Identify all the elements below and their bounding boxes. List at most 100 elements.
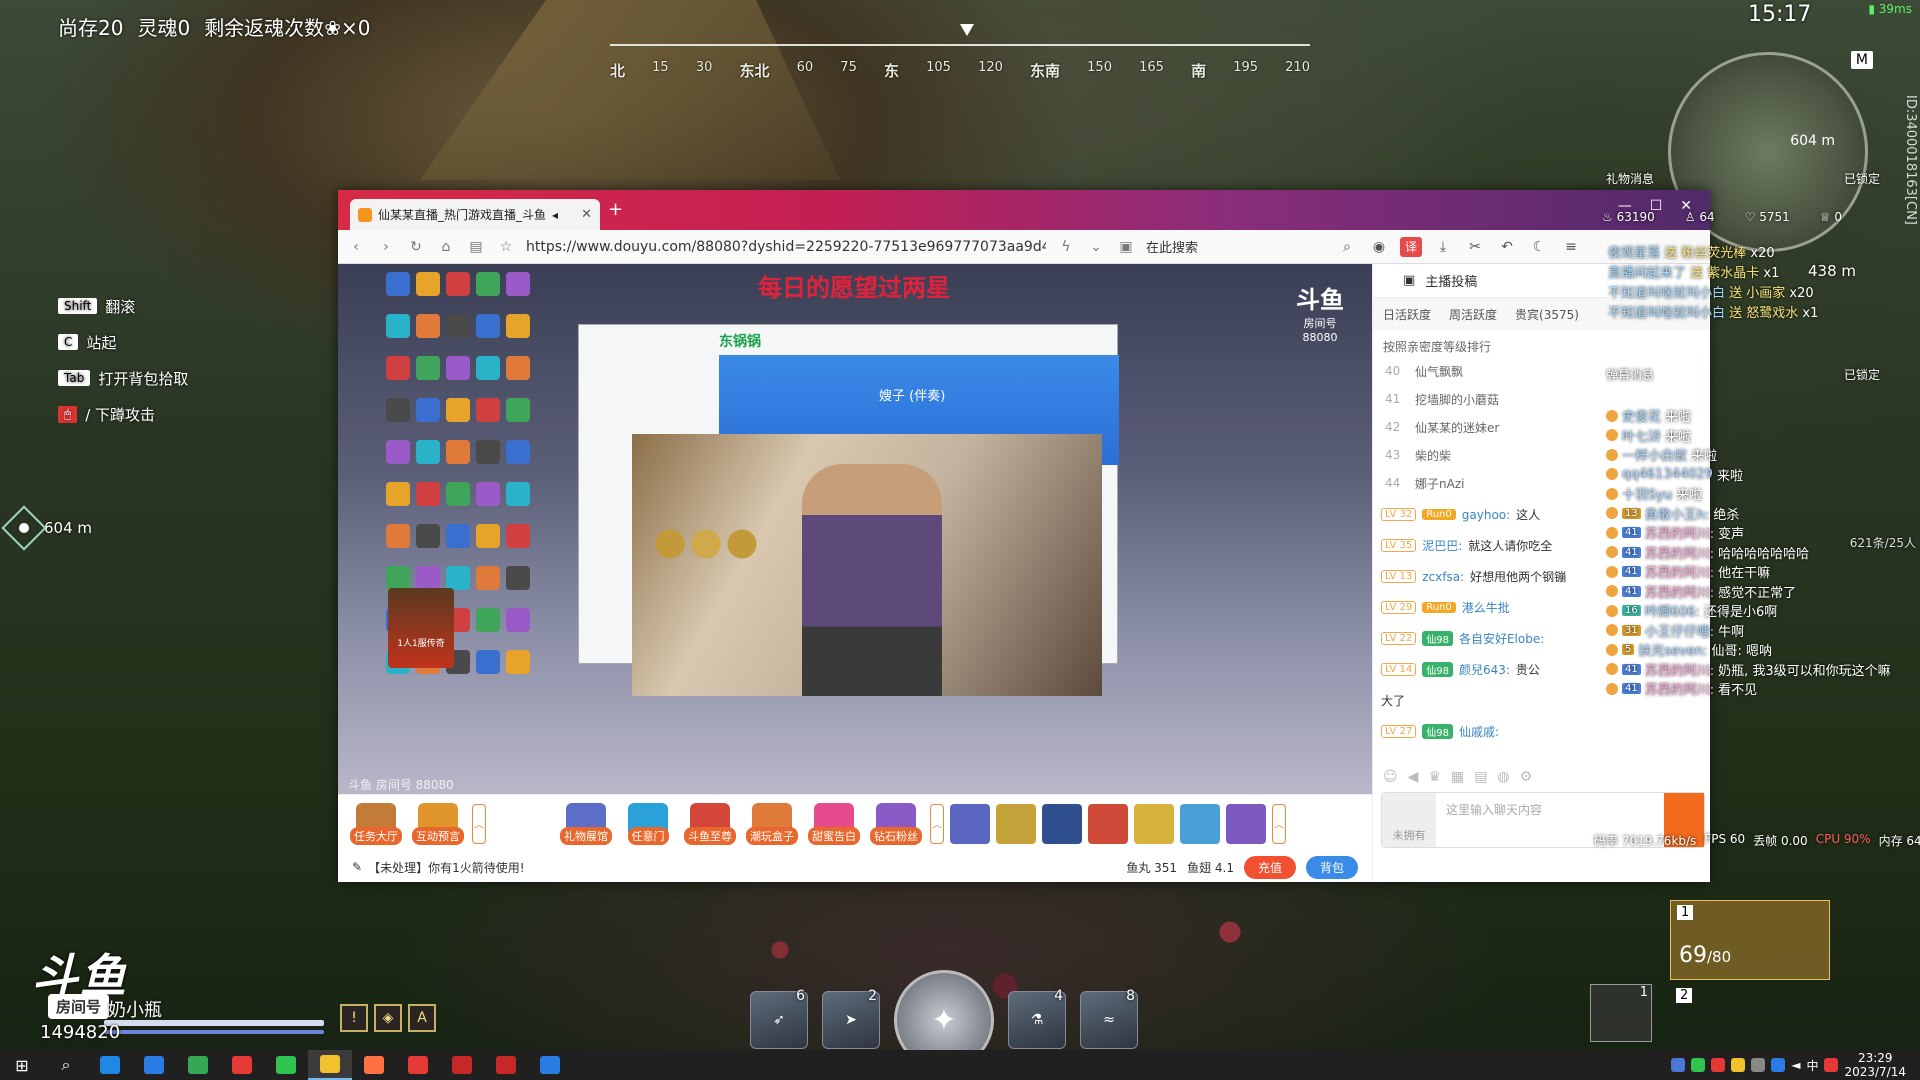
taskbar-app[interactable] (88, 1050, 132, 1080)
ranking-tab[interactable]: 日活跃度 (1383, 306, 1431, 323)
contribute-link[interactable]: 主播投稿 (1425, 271, 1477, 290)
chat-nickname[interactable]: 港么牛批 (1462, 599, 1510, 616)
network-tray-icon[interactable] (1771, 1058, 1786, 1072)
taskbar-app[interactable] (132, 1050, 176, 1080)
extension-icon[interactable]: ◉ (1368, 237, 1390, 257)
taskbar-app[interactable] (396, 1050, 440, 1080)
chat-nickname[interactable]: gayhoo: (1462, 508, 1510, 522)
taskbar-app[interactable] (308, 1050, 352, 1080)
skill-slot-2[interactable]: ➤ 2 (822, 988, 880, 1049)
crown-icon[interactable]: ♛ (1428, 769, 1441, 785)
translate-icon[interactable]: 译 (1400, 236, 1422, 257)
chat-nickname[interactable]: 仙戚戚: (1459, 723, 1499, 740)
skill-slot-1[interactable]: ➶ 6 (750, 988, 808, 1049)
font-icon[interactable]: ▦ (1451, 769, 1464, 785)
color-icon[interactable]: ◍ (1497, 769, 1509, 785)
search-icon[interactable]: ⌕ (1336, 237, 1358, 257)
gift-item[interactable] (1226, 803, 1266, 844)
ime-indicator[interactable]: 中 (1806, 1057, 1818, 1074)
gift-entry[interactable]: 互动预言 (410, 802, 466, 845)
taskbar-app[interactable] (264, 1050, 308, 1080)
gift-entry[interactable]: 潮玩盒子 (744, 802, 800, 845)
close-tab-icon[interactable]: ✕ (581, 207, 592, 222)
gift-expand-toggle[interactable]: ︿ (472, 803, 486, 844)
danmaku-overlay-locked[interactable]: 已锁定 (1844, 366, 1880, 383)
taskbar-clock[interactable]: 23:29 2023/7/14 (1844, 1051, 1906, 1079)
app-tray-icon[interactable] (1711, 1058, 1726, 1072)
chat-nickname[interactable]: 各自安好Elobe: (1459, 630, 1544, 647)
ranking-tab[interactable]: 周活跃度 (1449, 306, 1497, 323)
url-field[interactable]: https://www.douyu.com/88080?dyshid=22592… (526, 239, 1046, 255)
gift-entry[interactable]: 任意门 (620, 802, 676, 845)
gift-item[interactable] (1134, 803, 1174, 844)
download-icon[interactable]: ⤓ (1432, 237, 1454, 257)
taskbar-app[interactable] (220, 1050, 264, 1080)
taskbar-app[interactable] (440, 1050, 484, 1080)
back-icon[interactable]: ‹ (346, 239, 366, 255)
volume-icon[interactable]: ◄ (1791, 1058, 1800, 1072)
search-input[interactable]: 在此搜索 (1146, 237, 1326, 256)
gift-expand-toggle-2[interactable]: ︿ (930, 803, 944, 844)
scissors-icon[interactable]: ✂ (1464, 237, 1486, 257)
backpack-slot[interactable]: 1 (1590, 984, 1652, 1042)
gift-overlay-locked[interactable]: 已锁定 (1844, 170, 1880, 187)
bookmark-star-icon[interactable]: ☆ (496, 239, 516, 255)
menu-icon[interactable]: ≡ (1560, 237, 1582, 257)
home-icon[interactable]: ⌂ (436, 239, 456, 255)
card-icon[interactable]: ▤ (1474, 769, 1487, 785)
shield-tray-icon[interactable] (1671, 1058, 1686, 1072)
qq-tray-icon[interactable] (1731, 1058, 1746, 1072)
gift-entry[interactable]: 钻石粉丝 (868, 802, 924, 845)
chat-nickname[interactable]: 泥巴巴: (1422, 537, 1462, 554)
weapon-slot-primary[interactable]: 1 69/80 (1670, 900, 1830, 980)
emoji-icon[interactable]: ☺ (1383, 769, 1398, 785)
reader-icon[interactable]: ▤ (466, 239, 486, 255)
skill-slot-4[interactable]: ⚗ 4 (1008, 988, 1066, 1049)
gift-entry[interactable]: 甜蜜告白 (806, 802, 862, 845)
chat-nickname[interactable]: 颜兒643: (1459, 661, 1510, 678)
gift-expand-toggle-3[interactable]: ︿ (1272, 803, 1286, 844)
taskbar-app[interactable] (528, 1050, 572, 1080)
gift-item[interactable] (950, 803, 990, 844)
chat-nickname[interactable]: zcxfsa: (1422, 570, 1464, 584)
chevron-down-icon[interactable]: ⌄ (1086, 239, 1106, 255)
ranking-tab[interactable]: 贵宾(3575) (1515, 306, 1579, 323)
overlay-stat: ♡ 5751 (1745, 210, 1790, 224)
mic-tray-icon[interactable] (1751, 1058, 1766, 1072)
gift-item[interactable] (1042, 803, 1082, 844)
taskbar-app[interactable] (484, 1050, 528, 1080)
taskbar-app[interactable] (176, 1050, 220, 1080)
gift-entry[interactable]: 斗鱼至尊 (682, 802, 738, 845)
sogou-tray-icon[interactable] (1824, 1058, 1839, 1072)
search-engine-icon[interactable]: ▣ (1116, 239, 1136, 255)
desktop-icon (476, 356, 500, 380)
gift-item[interactable] (996, 803, 1036, 844)
gift-entry[interactable]: 礼物展馆 (558, 802, 614, 845)
taskbar-app[interactable] (352, 1050, 396, 1080)
weapon-slot-secondary[interactable]: 2 (1670, 988, 1830, 1028)
night-mode-icon[interactable]: ☾ (1528, 237, 1550, 257)
horn-icon[interactable]: ◀ (1408, 769, 1419, 785)
search-button[interactable]: ⌕ (44, 1050, 88, 1080)
speaker-icon[interactable]: ◂ (552, 208, 558, 222)
start-button[interactable]: ⊞ (0, 1050, 44, 1080)
gift-item[interactable] (1088, 803, 1128, 844)
promo-ad[interactable]: 1人1服传奇 (388, 588, 454, 668)
gift-entry[interactable]: 任务大厅 (348, 802, 404, 845)
gift-item[interactable] (1180, 803, 1220, 844)
undo-icon[interactable]: ↶ (1496, 237, 1518, 257)
skill-slot-5[interactable]: ≈8 (1080, 988, 1138, 1049)
recharge-button[interactable]: 充值 (1243, 855, 1296, 879)
webcam-feed (632, 434, 1102, 696)
notice-text[interactable]: 【未处理】你有1火箭待使用! (368, 859, 524, 876)
wechat-tray-icon[interactable] (1691, 1058, 1706, 1072)
key-hint-label: / 下蹲攻击 (85, 405, 156, 424)
browser-tab[interactable]: 仙某某直播_热门游戏直播_斗鱼 ◂ ✕ (350, 199, 600, 230)
settings-icon[interactable]: ⚙ (1520, 769, 1533, 785)
reload-icon[interactable]: ↻ (406, 239, 426, 255)
lightning-icon[interactable]: ϟ (1056, 239, 1076, 255)
forward-icon[interactable]: › (376, 239, 396, 255)
new-tab-button[interactable]: + (608, 199, 623, 220)
video-player[interactable]: 每日的愿望过两星 斗鱼 房间号 88080 东锅锅 嫂子 (伴奏) 1人1服传奇 斗… (338, 264, 1372, 794)
backpack-button[interactable]: 背包 (1305, 855, 1358, 879)
